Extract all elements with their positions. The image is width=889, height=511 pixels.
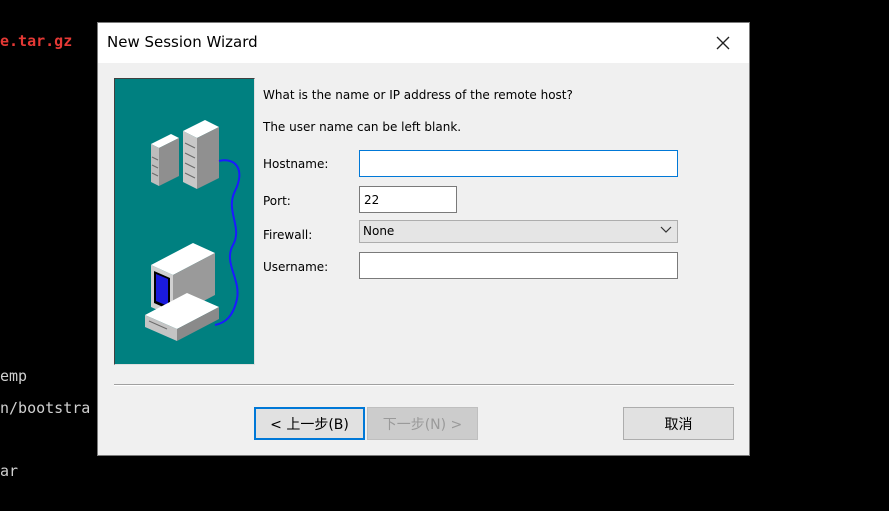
- firewall-selected-value: None: [363, 224, 395, 238]
- close-icon: [716, 36, 730, 50]
- cancel-button[interactable]: 取消: [623, 407, 734, 440]
- hostname-input[interactable]: [359, 150, 678, 177]
- firewall-select[interactable]: None: [359, 220, 678, 243]
- close-button[interactable]: [703, 27, 743, 59]
- network-cable: [214, 159, 241, 326]
- next-button[interactable]: 下一步(N) >: [367, 407, 478, 440]
- server-small-icon: [151, 134, 179, 186]
- username-label: Username:: [263, 260, 329, 274]
- prompt-note: The user name can be left blank.: [263, 120, 462, 134]
- firewall-label: Firewall:: [263, 228, 313, 242]
- terminal-line-2: emp: [0, 367, 28, 385]
- computer-icon: [145, 243, 219, 341]
- terminal-line-1: e.tar.gz: [0, 32, 73, 50]
- port-input[interactable]: [359, 186, 457, 213]
- prompt-question: What is the name or IP address of the re…: [263, 88, 573, 102]
- port-label: Port:: [263, 194, 291, 208]
- chevron-down-icon: [660, 226, 672, 233]
- wizard-illustration: [114, 78, 255, 365]
- server-tall-icon: [183, 120, 219, 189]
- back-button[interactable]: < 上一步(B): [254, 407, 365, 440]
- terminal-line-3: n/bootstra: [0, 399, 91, 417]
- separator: [114, 384, 734, 386]
- hostname-label: Hostname:: [263, 157, 329, 171]
- new-session-wizard-dialog: New Session Wizard What is the name or I…: [97, 22, 750, 456]
- username-input[interactable]: [359, 252, 678, 279]
- dialog-title: New Session Wizard: [107, 33, 258, 51]
- title-bar[interactable]: New Session Wizard: [98, 23, 749, 63]
- terminal-line-4: ar: [0, 462, 19, 480]
